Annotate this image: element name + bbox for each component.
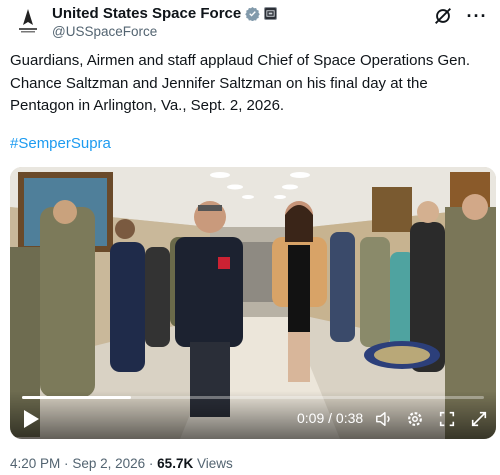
play-icon[interactable] <box>22 409 40 429</box>
verified-badge-icon[interactable] <box>245 6 260 21</box>
handle[interactable]: @USSpaceForce <box>52 24 157 39</box>
display-name[interactable]: United States Space Force <box>52 5 241 22</box>
views-count: 65.7K <box>157 456 194 471</box>
video-progress-bar[interactable] <box>22 396 484 399</box>
video-progress-fill <box>22 396 132 399</box>
video-player[interactable]: 0:09 / 0:38 <box>10 167 496 439</box>
tweet-header: United States Space Force @USSpaceForce … <box>10 3 490 43</box>
tweet-time[interactable]: 4:20 PM <box>10 456 60 471</box>
views-label: Views <box>196 456 233 471</box>
tweet-meta: 4:20 PM · Sep 2, 2026 · 65.7K Views <box>10 456 233 471</box>
volume-icon[interactable] <box>375 410 393 428</box>
grok-icon[interactable] <box>432 5 454 27</box>
meta-separator: · <box>148 456 154 471</box>
more-icon[interactable]: ··· <box>466 5 488 27</box>
meta-separator: · <box>64 456 69 471</box>
fullscreen-icon[interactable] <box>438 410 456 428</box>
hashtag-link[interactable]: #SemperSupra <box>10 135 111 152</box>
video-time: 0:09 / 0:38 <box>297 410 364 426</box>
tweet-text: Guardians, Airmen and staff applaud Chie… <box>10 52 471 114</box>
tweet-date[interactable]: Sep 2, 2026 <box>72 456 145 471</box>
affiliation-badge-icon[interactable] <box>264 7 278 20</box>
expand-icon[interactable] <box>470 410 488 428</box>
space-force-logo-icon <box>19 9 37 33</box>
avatar[interactable] <box>10 3 46 39</box>
settings-icon[interactable] <box>406 410 424 428</box>
